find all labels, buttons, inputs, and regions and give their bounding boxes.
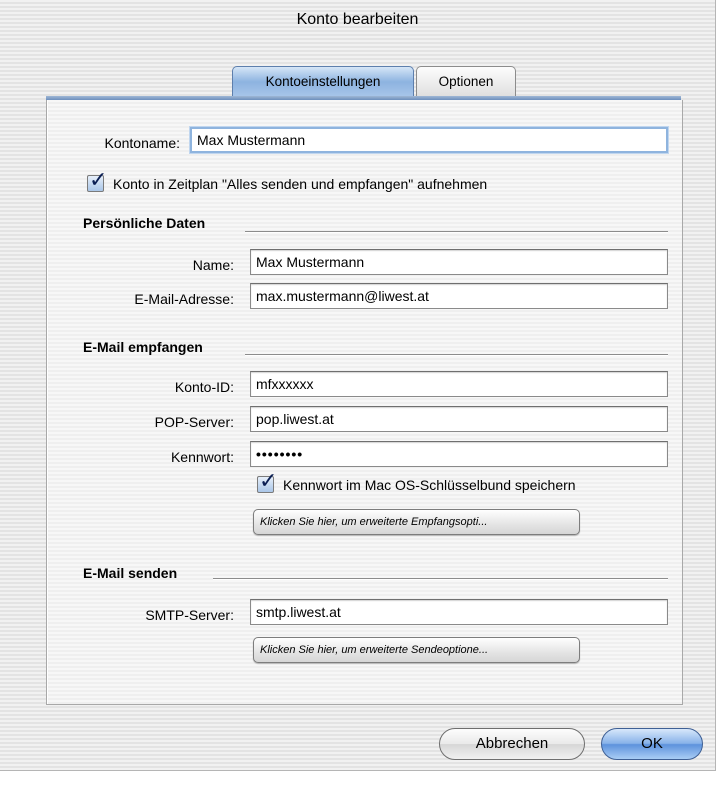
section-divider (245, 231, 668, 232)
pop-server-input[interactable]: pop.liwest.at (250, 406, 668, 432)
section-title-personal: Persönliche Daten (83, 215, 206, 231)
account-id-label: Konto-ID: (174, 379, 234, 395)
password-label: Kennwort: (170, 449, 234, 465)
keychain-checkbox[interactable]: ✓ (257, 470, 277, 493)
window-title: Konto bearbeiten (296, 11, 419, 28)
checkmark-icon: ✓ (89, 167, 108, 192)
ok-button[interactable]: OK (601, 728, 703, 760)
name-input[interactable]: Max Mustermann (250, 249, 668, 275)
tab-optionen[interactable]: Optionen (416, 66, 516, 97)
cancel-button[interactable]: Abbrechen (439, 728, 585, 760)
account-name-label: Kontoname: (104, 135, 181, 151)
checkmark-icon: ✓ (259, 468, 278, 493)
section-title-send: E-Mail senden (83, 565, 178, 581)
dialog-window: Konto bearbeiten Kontoeinstellungen Opti… (0, 0, 716, 771)
keychain-checkbox-label: Kennwort im Mac OS-Schlüsselbund speiche… (283, 477, 576, 493)
password-input[interactable]: •••••••• (250, 441, 668, 467)
account-id-input[interactable]: mfxxxxxx (250, 371, 668, 397)
section-divider (213, 578, 668, 579)
email-label: E-Mail-Adresse: (134, 291, 234, 307)
account-name-input[interactable]: Max Mustermann (190, 127, 668, 153)
advanced-receive-options-button[interactable]: Klicken Sie hier, um erweiterte Empfangs… (253, 509, 580, 535)
advanced-send-options-button[interactable]: Klicken Sie hier, um erweiterte Sendeopt… (253, 637, 580, 663)
pop-server-label: POP-Server: (154, 414, 234, 430)
section-title-receive: E-Mail empfangen (83, 339, 203, 355)
smtp-server-input[interactable]: smtp.liwest.at (250, 599, 668, 625)
section-divider (245, 354, 668, 355)
email-input[interactable]: max.mustermann@liwest.at (250, 283, 668, 309)
tab-kontoeinstellungen[interactable]: Kontoeinstellungen (232, 66, 414, 97)
schedule-checkbox-label: Konto in Zeitplan "Alles senden und empf… (113, 176, 488, 192)
schedule-checkbox[interactable]: ✓ (87, 169, 107, 192)
smtp-server-label: SMTP-Server: (145, 607, 234, 623)
name-label: Name: (192, 257, 234, 273)
